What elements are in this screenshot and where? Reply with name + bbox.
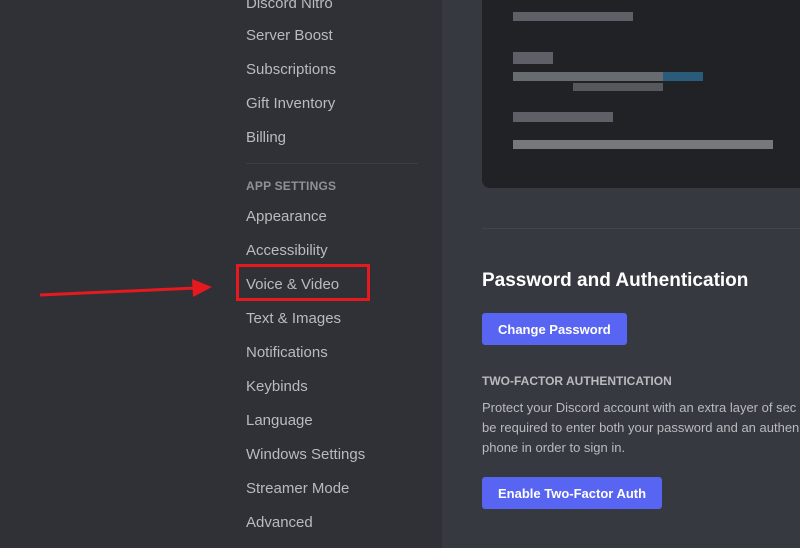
sidebar-item-label: Language [246, 411, 313, 429]
sidebar-item-label: Keybinds [246, 377, 308, 395]
sidebar-item-label: Appearance [246, 207, 327, 225]
sidebar-item-label: Gift Inventory [246, 94, 336, 112]
sidebar-item-keybinds[interactable]: Keybinds [238, 370, 418, 402]
sidebar-item-language[interactable]: Language [238, 404, 418, 436]
sidebar-item-gift-inventory[interactable]: Gift Inventory [238, 87, 418, 119]
blurred-text [513, 112, 613, 122]
sidebar-item-label: Streamer Mode [246, 479, 350, 497]
blurred-text [513, 140, 773, 149]
sidebar-item-label: Accessibility [246, 241, 328, 259]
account-preview-card [482, 0, 800, 188]
two-factor-description-line: be required to enter both your password … [482, 420, 800, 435]
settings-sidebar: Discord Nitro Server Boost Subscriptions… [0, 0, 442, 548]
two-factor-header: TWO-FACTOR AUTHENTICATION [482, 374, 672, 388]
password-section-title: Password and Authentication [482, 270, 749, 291]
sidebar-item-label: Server Boost [246, 26, 333, 44]
sidebar-separator [246, 163, 418, 164]
blurred-text [513, 72, 663, 81]
blurred-text [513, 12, 633, 21]
sidebar-item-label: Notifications [246, 343, 328, 361]
blurred-text [513, 52, 553, 64]
sidebar-item-label: Windows Settings [246, 445, 366, 463]
sidebar-item-server-boost[interactable]: Server Boost [238, 19, 418, 51]
sidebar-item-label: Subscriptions [246, 60, 337, 78]
enable-two-factor-button[interactable]: Enable Two-Factor Auth [482, 477, 663, 509]
sidebar-item-text-images[interactable]: Text & Images [238, 302, 418, 334]
blurred-text [663, 72, 703, 81]
sidebar-item-label: Discord Nitro [246, 0, 333, 12]
two-factor-description-line: Protect your Discord account with an ext… [482, 400, 797, 415]
sidebar-item-windows-settings[interactable]: Windows Settings [238, 438, 418, 470]
blurred-text [573, 83, 663, 91]
sidebar-item-billing[interactable]: Billing [238, 121, 418, 153]
sidebar-item-label: Text & Images [246, 309, 342, 327]
app-settings-header: APP SETTINGS [246, 179, 337, 193]
sidebar-item-accessibility[interactable]: Accessibility [238, 234, 418, 266]
sidebar-item-discord-nitro[interactable]: Discord Nitro [238, 0, 418, 19]
sidebar-item-notifications[interactable]: Notifications [238, 336, 418, 368]
two-factor-description-line: phone in order to sign in. [482, 440, 626, 455]
sidebar-item-label: Advanced [246, 513, 313, 531]
annotation-highlight-box [236, 264, 370, 301]
sidebar-item-label: Billing [246, 128, 287, 146]
sidebar-item-subscriptions[interactable]: Subscriptions [238, 53, 418, 85]
sidebar-item-appearance[interactable]: Appearance [238, 200, 418, 232]
sidebar-item-advanced[interactable]: Advanced [238, 506, 418, 538]
section-divider [482, 228, 800, 229]
sidebar-item-streamer-mode[interactable]: Streamer Mode [238, 472, 418, 504]
change-password-button[interactable]: Change Password [482, 313, 627, 345]
settings-window: Discord Nitro Server Boost Subscriptions… [0, 0, 800, 548]
